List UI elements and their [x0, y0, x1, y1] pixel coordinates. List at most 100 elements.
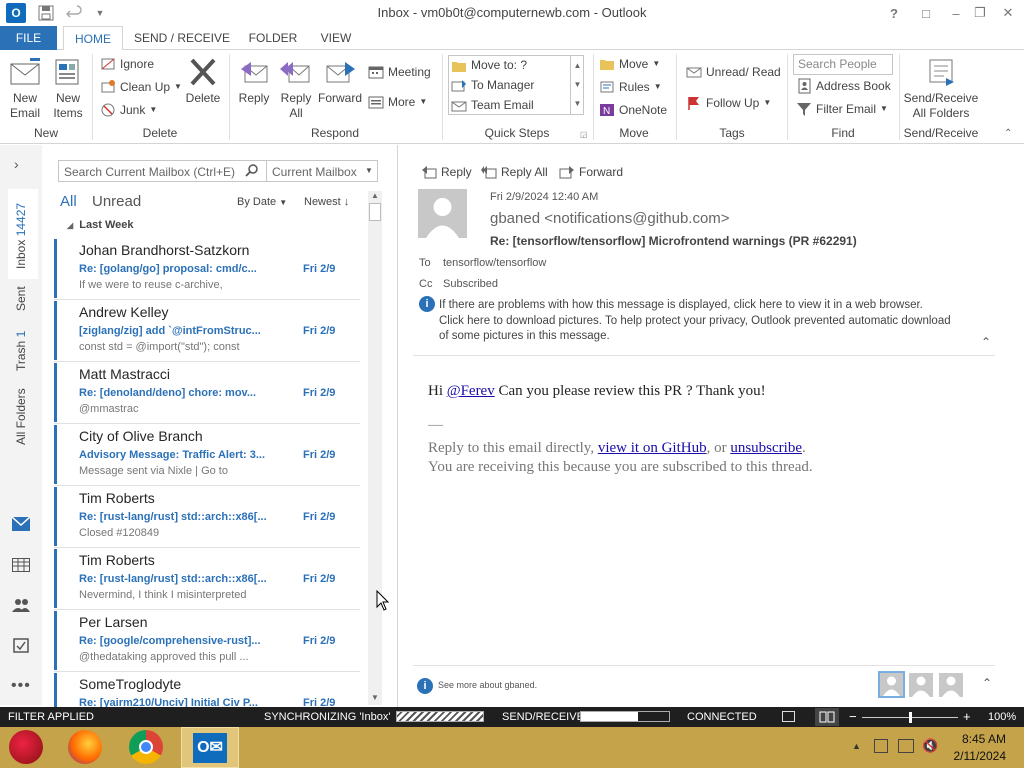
clean-up-button[interactable]: Clean Up ▼ [100, 77, 182, 97]
people-avatar-selected[interactable] [878, 671, 905, 698]
message-row[interactable]: Matt Mastracci Re: [denoland/deno] chore:… [54, 362, 360, 424]
close-icon[interactable]: ✕ [998, 3, 1018, 23]
people-avatar[interactable] [909, 673, 933, 697]
nav-tasks-icon[interactable] [13, 637, 29, 653]
scrollbar-thumb[interactable] [369, 203, 381, 221]
nav-folder-sent[interactable]: Sent [14, 286, 28, 311]
reading-reply-button[interactable]: Reply [421, 165, 472, 179]
tray-volume-icon[interactable]: 🔇 [922, 738, 938, 754]
firefox-icon[interactable] [68, 730, 102, 764]
collapse-header-icon[interactable]: ⌃ [981, 335, 991, 349]
help-icon[interactable]: ? [884, 3, 904, 23]
ribbon-display-options-icon[interactable]: □ [916, 3, 936, 23]
follow-up-button[interactable]: Follow Up ▼ [686, 93, 771, 113]
unread-read-button[interactable]: Unread/ Read [686, 62, 781, 82]
message-row[interactable]: Tim Roberts Re: [rust-lang/rust] std::arc… [54, 486, 360, 548]
chrome-icon[interactable] [129, 730, 163, 764]
reply-all-button[interactable]: Reply All [277, 56, 315, 121]
cc-recipient[interactable]: Subscribed [443, 278, 498, 290]
tab-view[interactable]: VIEW [315, 26, 357, 50]
search-people-input[interactable]: Search People [793, 54, 893, 75]
collapse-ribbon-icon[interactable]: ⌃ [1004, 128, 1012, 139]
zoom-slider-thumb[interactable] [908, 712, 912, 723]
tab-send-receive[interactable]: SEND / RECEIVE [133, 26, 231, 50]
delete-button[interactable]: Delete [182, 56, 224, 106]
address-book-icon [798, 78, 811, 94]
restore-icon[interactable]: ❐ [970, 3, 990, 23]
quick-steps-scroll[interactable]: ▲ ▼ ▼ [570, 56, 584, 114]
reading-reply-all-button[interactable]: Reply All [481, 165, 548, 179]
address-book-button[interactable]: Address Book [796, 76, 891, 96]
message-row[interactable]: Andrew Kelley [ziglang/zig] add `@intFrom… [54, 300, 360, 362]
reading-view-icon[interactable] [815, 708, 839, 726]
normal-view-icon[interactable] [782, 711, 795, 722]
tray-display-icon[interactable] [898, 739, 914, 753]
body-greeting: Hi [428, 383, 447, 399]
group-quick-steps-label: Quick Steps [484, 126, 550, 140]
expand-people-pane-icon[interactable]: ⌃ [982, 676, 992, 690]
people-pane-link[interactable]: See more about gbaned. [438, 680, 537, 690]
view-on-github-link[interactable]: view it on GitHub [598, 440, 707, 456]
quick-steps-dialog-launcher-icon[interactable]: ◲ [580, 130, 588, 139]
people-pane-divider [413, 665, 995, 666]
meeting-button[interactable]: Meeting [368, 62, 431, 82]
zoom-in-icon[interactable]: + [963, 709, 971, 724]
unsubscribe-link[interactable]: unsubscribe [730, 440, 802, 456]
nav-mail-icon[interactable] [12, 517, 30, 531]
reading-forward-button[interactable]: Forward [559, 165, 623, 179]
nav-folder-inbox[interactable]: Inbox 14427 [14, 203, 28, 269]
quick-step-team-email[interactable]: Team Email [451, 96, 534, 115]
new-email-button[interactable]: New Email [6, 56, 44, 121]
zoom-out-icon[interactable]: − [849, 709, 857, 724]
to-recipient[interactable]: tensorflow/tensorflow [443, 257, 546, 269]
minimize-icon[interactable]: – [946, 3, 966, 23]
clock-date[interactable]: 2/11/2024 [940, 749, 1007, 763]
message-row[interactable]: SomeTroglodyte Re: [yairm210/Unciv] Initi… [54, 672, 360, 707]
clock-time[interactable]: 8:45 AM [950, 732, 1006, 746]
message-sender[interactable]: gbaned <notifications@github.com> [490, 210, 730, 227]
message-row[interactable]: City of Olive Branch Advisory Message: Tr… [54, 424, 360, 486]
mention-link[interactable]: @Ferev [447, 383, 495, 399]
message-row[interactable]: Tim Roberts Re: [rust-lang/rust] std::arc… [54, 548, 360, 610]
new-items-button[interactable]: New Items [48, 56, 88, 121]
message-list-scrollbar[interactable]: ▲ ▼ [368, 191, 382, 705]
move-button[interactable]: Move ▼ [599, 54, 660, 74]
scroll-up-arrow[interactable]: ▲ [371, 191, 379, 200]
junk-button[interactable]: Junk ▼ [100, 100, 157, 120]
start-ornament-icon[interactable] [9, 730, 43, 764]
quick-step-move-to[interactable]: Move to: ? [451, 56, 527, 75]
nav-more-icon[interactable]: ••• [11, 677, 31, 695]
nav-folder-trash[interactable]: Trash 1 [14, 331, 28, 371]
quick-step-to-manager[interactable]: To Manager [451, 76, 534, 95]
message-row[interactable]: Per Larsen Re: [google/comprehensive-rust… [54, 610, 360, 672]
forward-mail-icon [451, 79, 466, 91]
info-bar[interactable]: If there are problems with how this mess… [439, 298, 951, 345]
sender-avatar[interactable] [418, 189, 467, 238]
nav-people-icon[interactable] [12, 598, 30, 612]
tab-home[interactable]: HOME [63, 26, 123, 51]
tray-network-icon[interactable] [874, 739, 888, 753]
show-hidden-icons[interactable]: ▲ [852, 741, 861, 751]
zoom-level[interactable]: 100% [988, 711, 1016, 723]
ignore-button[interactable]: Ignore [100, 54, 154, 74]
zoom-slider[interactable] [862, 712, 958, 723]
message-body-footer: Reply to this email directly, view it on… [428, 440, 806, 457]
message-preview: const std = @import("std"); const [79, 341, 240, 353]
send-receive-all-button[interactable]: Send/Receive All Folders [902, 56, 980, 121]
forward-button[interactable]: Forward [317, 56, 363, 106]
tab-folder[interactable]: FOLDER [244, 26, 302, 50]
expand-folder-pane-icon[interactable]: › [14, 156, 19, 172]
onenote-button[interactable]: N OneNote [599, 100, 667, 120]
message-row[interactable]: Johan Brandhorst-Satzkorn Re: [golang/go]… [54, 238, 360, 300]
more-button[interactable]: More ▼ [368, 92, 427, 112]
nav-calendar-icon[interactable] [12, 558, 30, 572]
people-avatar[interactable] [939, 673, 963, 697]
filter-email-button[interactable]: Filter Email ▼ [796, 99, 888, 119]
taskbar-outlook-button[interactable]: O✉ [181, 727, 239, 768]
scroll-down-arrow[interactable]: ▼ [371, 693, 379, 702]
message-date: Fri 2/9 [303, 449, 336, 461]
reply-button[interactable]: Reply [235, 56, 273, 106]
tab-file[interactable]: FILE [0, 26, 57, 50]
rules-button[interactable]: Rules ▼ [599, 77, 662, 97]
nav-folder-all-folders[interactable]: All Folders [14, 388, 28, 445]
